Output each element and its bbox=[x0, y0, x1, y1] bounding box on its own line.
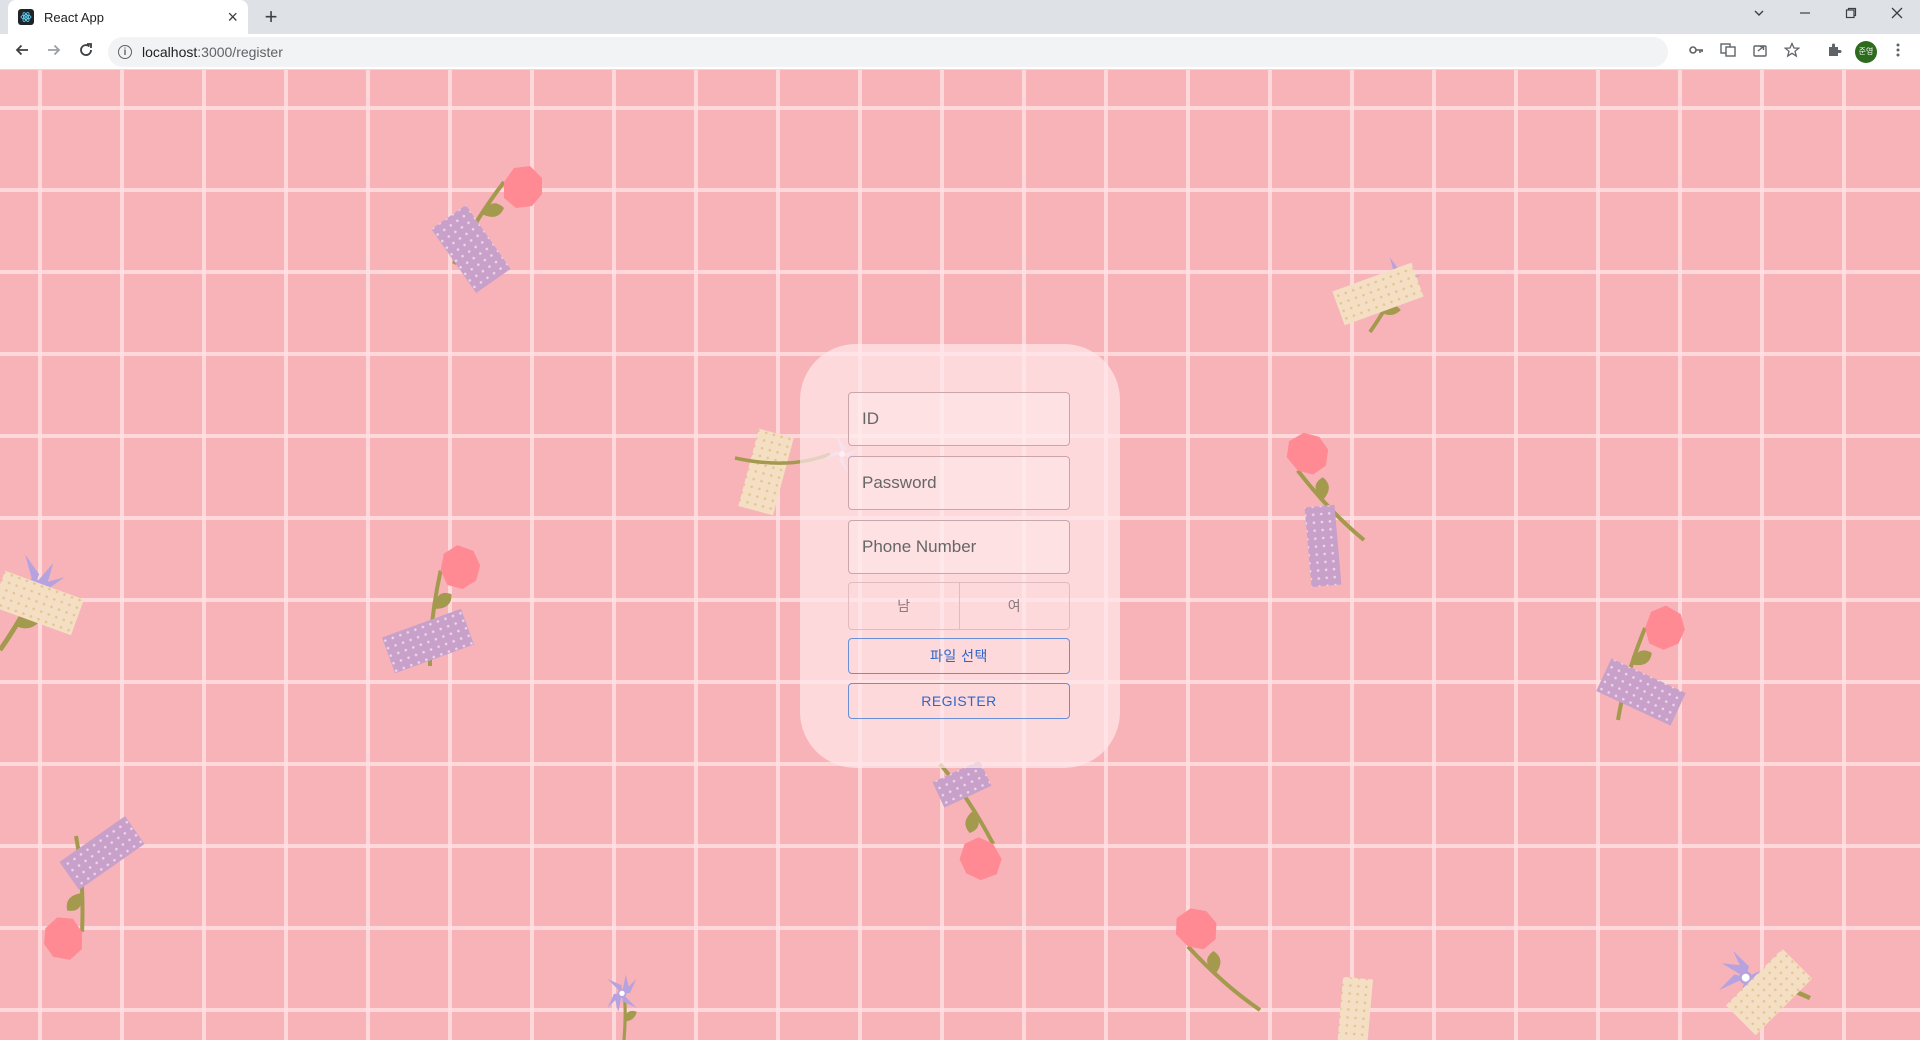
url-path: :3000/register bbox=[197, 44, 283, 60]
gender-male-button[interactable]: 남 bbox=[849, 583, 959, 629]
tab-title: React App bbox=[44, 9, 104, 25]
react-logo-icon bbox=[18, 9, 34, 25]
id-input[interactable] bbox=[848, 392, 1070, 446]
new-tab-button[interactable]: + bbox=[258, 4, 284, 30]
browser-tab[interactable]: React App × bbox=[8, 0, 248, 34]
tab-close-icon[interactable]: × bbox=[227, 8, 238, 26]
gender-toggle-group: 남 여 bbox=[848, 582, 1070, 630]
forward-arrow-icon[interactable] bbox=[40, 38, 68, 66]
share-icon[interactable] bbox=[1750, 42, 1770, 62]
browser-toolbar: i localhost:3000/register 준영 bbox=[0, 34, 1920, 70]
tab-search-icon[interactable] bbox=[1736, 0, 1782, 30]
reload-icon[interactable] bbox=[72, 38, 100, 66]
translate-icon[interactable] bbox=[1718, 42, 1738, 62]
minimize-icon[interactable] bbox=[1782, 0, 1828, 30]
restore-icon[interactable] bbox=[1828, 0, 1874, 30]
register-card: 남 여 파일 선택 REGISTER bbox=[800, 344, 1120, 768]
url-host: localhost bbox=[142, 44, 198, 60]
password-input[interactable] bbox=[848, 456, 1070, 510]
info-icon[interactable]: i bbox=[118, 45, 132, 59]
puzzle-icon[interactable] bbox=[1824, 42, 1844, 62]
address-bar[interactable]: i localhost:3000/register bbox=[108, 37, 1668, 67]
file-select-button[interactable]: 파일 선택 bbox=[848, 638, 1070, 674]
key-icon[interactable] bbox=[1686, 42, 1706, 62]
gender-female-button[interactable]: 여 bbox=[958, 583, 1070, 629]
close-icon[interactable] bbox=[1874, 0, 1920, 30]
kebab-menu-icon[interactable] bbox=[1888, 42, 1908, 62]
browser-tab-strip: React App × + bbox=[0, 0, 1920, 34]
register-button[interactable]: REGISTER bbox=[848, 683, 1070, 719]
phone-number-input[interactable] bbox=[848, 520, 1070, 574]
star-icon[interactable] bbox=[1782, 41, 1802, 62]
register-page: 남 여 파일 선택 REGISTER bbox=[0, 70, 1920, 1040]
back-arrow-icon[interactable] bbox=[8, 38, 36, 66]
avatar[interactable]: 준영 bbox=[1855, 41, 1877, 63]
